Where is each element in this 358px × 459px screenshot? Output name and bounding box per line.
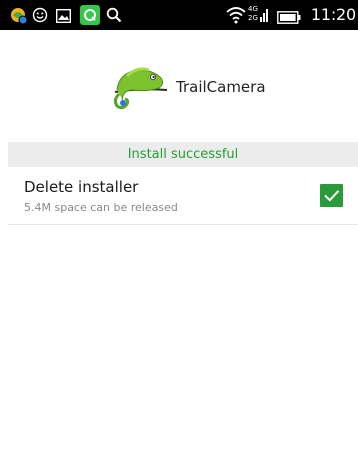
- app-header: TrailCamera: [0, 30, 358, 142]
- svg-text:4G: 4G: [248, 5, 258, 13]
- image-icon: [55, 8, 72, 27]
- install-status-banner: Install successful: [8, 142, 358, 167]
- app-notification-icon: [10, 7, 28, 29]
- search-icon: [106, 7, 122, 27]
- green-app-icon: [80, 5, 100, 29]
- option-title: Delete installer: [24, 178, 139, 196]
- battery-icon: [277, 9, 301, 28]
- delete-installer-option[interactable]: Delete installer 5.4M space can be relea…: [8, 167, 358, 225]
- delete-installer-checkbox[interactable]: [320, 184, 343, 207]
- status-bar: 4G 2G 11:20: [0, 0, 358, 30]
- wifi-icon: [226, 6, 246, 28]
- svg-text:2G: 2G: [248, 14, 258, 22]
- smile-icon: [32, 7, 48, 27]
- chameleon-logo-icon: [105, 66, 169, 114]
- app-name: TrailCamera: [176, 78, 266, 96]
- option-subtitle: 5.4M space can be released: [24, 201, 178, 214]
- checkmark-icon: [324, 190, 340, 202]
- clock: 11:20: [310, 5, 356, 24]
- signal-icon: 4G 2G: [248, 3, 268, 29]
